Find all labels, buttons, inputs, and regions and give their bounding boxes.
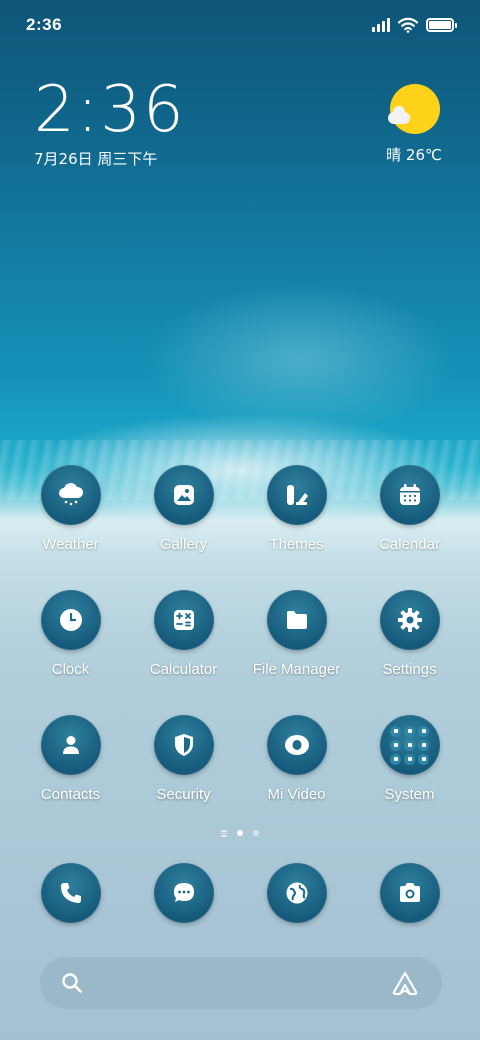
app-label: Gallery — [159, 536, 208, 553]
app-label: Security — [156, 786, 211, 803]
app-calculator[interactable]: Calculator — [127, 590, 240, 715]
shield-icon — [153, 715, 214, 775]
dock-camera[interactable] — [353, 863, 466, 923]
app-clock[interactable]: Clock — [14, 590, 127, 715]
battery-icon — [426, 18, 457, 32]
app-contacts[interactable]: Contacts — [14, 715, 127, 840]
battery-fill — [429, 21, 451, 29]
calendar-icon — [379, 465, 440, 525]
app-themes[interactable]: Themes — [240, 465, 353, 590]
folder-grid-icon — [379, 715, 440, 775]
themes-icon — [266, 465, 327, 525]
app-label: System — [384, 786, 435, 803]
dock — [14, 863, 466, 923]
app-settings[interactable]: Settings — [353, 590, 466, 715]
app-vault-icon[interactable] — [390, 970, 420, 996]
page-dot-active — [237, 830, 243, 837]
status-bar: 2:36 — [0, 0, 480, 50]
app-label: Settings — [382, 661, 437, 678]
app-system-folder[interactable]: System — [353, 715, 466, 840]
search-bar[interactable] — [40, 957, 442, 1009]
app-label: Mi Video — [267, 786, 326, 803]
sun-with-cloud-icon — [388, 84, 440, 134]
app-security[interactable]: Security — [127, 715, 240, 840]
weather-cloud-icon — [40, 465, 101, 525]
app-label: Clock — [51, 661, 90, 678]
app-grid: Weather Gallery Themes Calendar Clock Ca… — [14, 465, 466, 840]
gear-icon — [379, 590, 440, 650]
video-icon — [266, 715, 327, 775]
app-calendar[interactable]: Calendar — [353, 465, 466, 590]
signal-icon — [372, 18, 390, 32]
messages-icon — [153, 863, 214, 923]
dock-browser[interactable] — [240, 863, 353, 923]
phone-icon — [40, 863, 101, 923]
clock-widget-time: 2:36 — [34, 73, 186, 147]
folder-icon — [266, 590, 327, 650]
app-label: Calculator — [149, 661, 218, 678]
dock-phone[interactable] — [14, 863, 127, 923]
wifi-icon — [398, 17, 418, 33]
browser-globe-icon — [266, 863, 327, 923]
status-time: 2:36 — [26, 15, 63, 34]
clock-icon — [40, 590, 101, 650]
app-label: Weather — [42, 536, 99, 553]
search-icon[interactable] — [60, 971, 84, 995]
contacts-icon — [40, 715, 101, 775]
app-weather[interactable]: Weather — [14, 465, 127, 590]
clock-widget[interactable]: 2:36 7月26日 周三下午 — [34, 78, 186, 169]
weather-widget[interactable]: 晴 26℃ — [384, 84, 444, 165]
page-indicator[interactable] — [0, 830, 480, 837]
status-icons — [372, 15, 457, 35]
home-page-menu-icon — [221, 830, 227, 837]
app-label: Themes — [269, 536, 324, 553]
camera-icon — [379, 863, 440, 923]
weather-widget-text: 晴 26℃ — [386, 146, 442, 164]
app-label: Calendar — [379, 536, 440, 553]
page-dot — [253, 830, 259, 837]
clock-widget-date: 7月26日 周三下午 — [34, 150, 158, 168]
dock-messages[interactable] — [127, 863, 240, 923]
calculator-icon — [153, 590, 214, 650]
app-mi-video[interactable]: Mi Video — [240, 715, 353, 840]
gallery-icon — [153, 465, 214, 525]
app-label: Contacts — [40, 786, 101, 803]
app-file-manager[interactable]: File Manager — [240, 590, 353, 715]
app-label: File Manager — [252, 661, 341, 678]
app-gallery[interactable]: Gallery — [127, 465, 240, 590]
